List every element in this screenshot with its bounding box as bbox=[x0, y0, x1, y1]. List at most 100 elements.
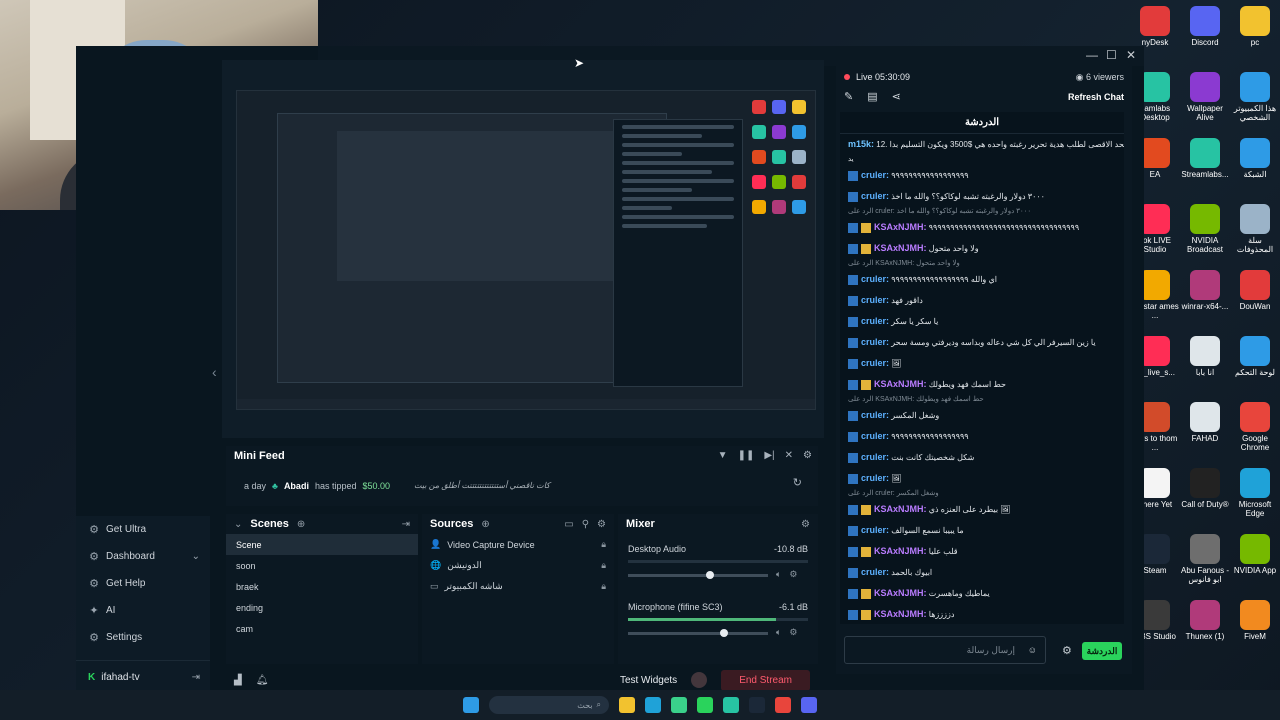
minimize-icon[interactable]: — bbox=[1086, 48, 1098, 62]
chat-username[interactable]: KSAxNJMH: bbox=[874, 609, 927, 619]
scene-item[interactable]: cam bbox=[226, 618, 418, 639]
desktop-icon[interactable]: NVIDIA Broadcast bbox=[1180, 200, 1230, 254]
chat-username[interactable]: KSAxNJMH: bbox=[874, 379, 927, 389]
sidebar-item-get-ultra[interactable]: ⚙ Get Ultra bbox=[76, 516, 210, 543]
chat-username[interactable]: cruler: bbox=[861, 410, 889, 420]
sidebar-item-settings[interactable]: ⚙ Settings bbox=[76, 624, 210, 651]
channel-gear-icon[interactable]: ⚙ bbox=[789, 569, 797, 580]
sidebar-item-ai[interactable]: ✦ AI bbox=[76, 597, 210, 624]
chat-send-button[interactable]: الدردشة bbox=[1082, 642, 1122, 660]
logout-icon[interactable]: ⇥ bbox=[192, 672, 200, 683]
add-source-icon[interactable]: ⊕ bbox=[481, 519, 489, 530]
chat-username[interactable]: KSAxNJMH: bbox=[874, 243, 927, 253]
start-icon[interactable] bbox=[463, 697, 479, 713]
mute-alerts-icon[interactable]: ✕ bbox=[785, 450, 793, 461]
chat-username[interactable]: cruler: bbox=[861, 431, 889, 441]
store-icon[interactable] bbox=[671, 697, 687, 713]
record-button[interactable] bbox=[691, 672, 708, 688]
sidebar-item-get-help[interactable]: ⚙ Get Help bbox=[76, 570, 210, 597]
repeat-alert-icon[interactable]: ↻ bbox=[793, 476, 802, 489]
desktop-icon[interactable]: سلة المحذوفات bbox=[1230, 200, 1280, 254]
desktop-icon[interactable]: Thunex (1) bbox=[1180, 596, 1230, 641]
refresh-chat-button[interactable]: Refresh Chat bbox=[1068, 92, 1124, 102]
chat-username[interactable]: cruler: bbox=[861, 316, 889, 326]
chat-username[interactable]: KSAxNJMH: bbox=[874, 546, 927, 556]
share-icon[interactable]: ⋖ bbox=[892, 90, 901, 103]
scene-item[interactable]: braek bbox=[226, 576, 418, 597]
desktop-icon[interactable]: DouWan bbox=[1230, 266, 1280, 311]
desktop-icon[interactable]: Wallpaper Alive bbox=[1180, 68, 1230, 122]
chat-username[interactable]: m15k: bbox=[848, 139, 874, 149]
desktop-icon[interactable]: الشبكة bbox=[1230, 134, 1280, 179]
chat-username[interactable]: cruler: bbox=[861, 191, 889, 201]
scene-item[interactable]: ending bbox=[226, 597, 418, 618]
emoji-icon[interactable]: ☺ bbox=[1028, 645, 1037, 655]
source-settings-icon[interactable]: ⚙ bbox=[597, 519, 606, 530]
lock-icon[interactable]: 🔒︎ bbox=[601, 539, 606, 550]
desktop-icon[interactable]: NVIDIA App bbox=[1230, 530, 1280, 575]
xbox-icon[interactable] bbox=[697, 697, 713, 713]
skip-icon[interactable]: ▶| bbox=[764, 450, 774, 461]
close-icon[interactable]: ✕ bbox=[1126, 48, 1136, 62]
speaker-icon[interactable]: 🔈︎ bbox=[776, 569, 781, 580]
desktop-icon[interactable]: FiveM bbox=[1230, 596, 1280, 641]
pause-icon[interactable]: ❚❚ bbox=[738, 450, 755, 461]
filter-icon[interactable]: ▼ bbox=[718, 450, 728, 461]
desktop-icon[interactable]: nyDesk bbox=[1130, 2, 1180, 47]
speaker-icon[interactable]: 🔈︎ bbox=[776, 627, 781, 638]
chat-username[interactable]: cruler: bbox=[861, 452, 889, 462]
edit-icon[interactable]: ✎ bbox=[844, 90, 853, 103]
maximize-icon[interactable]: ☐ bbox=[1106, 48, 1117, 62]
scene-transitions-icon[interactable]: ⇥ bbox=[402, 519, 410, 530]
chat-username[interactable]: cruler: bbox=[861, 358, 889, 368]
chat-username[interactable]: KSAxNJMH: bbox=[874, 222, 927, 232]
edge-icon[interactable] bbox=[645, 697, 661, 713]
mixer-gear-icon[interactable]: ⚙ bbox=[801, 519, 810, 530]
streamlabs-taskbar-icon[interactable] bbox=[723, 697, 739, 713]
chat-username[interactable]: cruler: bbox=[861, 170, 889, 180]
desktop-icon[interactable]: winrar-x64-... bbox=[1180, 266, 1230, 311]
chat-username[interactable]: cruler: bbox=[861, 473, 889, 483]
chat-username[interactable]: cruler: bbox=[861, 337, 889, 347]
taskbar-search[interactable]: بحث ⌕ bbox=[489, 696, 609, 714]
desktop-icon[interactable]: Discord bbox=[1180, 2, 1230, 47]
chevron-down-icon[interactable]: ⌄ bbox=[192, 551, 200, 562]
desktop-icon[interactable]: انا بابا bbox=[1180, 332, 1230, 377]
group-icon[interactable]: ⚲ bbox=[582, 519, 589, 530]
end-stream-button[interactable]: End Stream bbox=[721, 669, 810, 691]
desktop-icon[interactable]: Microsoft Edge bbox=[1230, 464, 1280, 518]
source-item[interactable]: 🌐 الدونيشن 🔒︎ bbox=[422, 555, 614, 576]
file-explorer-icon[interactable] bbox=[619, 697, 635, 713]
scene-item[interactable]: Scene bbox=[226, 534, 418, 555]
volume-slider[interactable] bbox=[628, 571, 768, 579]
source-item[interactable]: 👤 Video Capture Device 🔒︎ bbox=[422, 534, 614, 555]
notification-bell-icon[interactable]: 🔔︎ bbox=[256, 675, 269, 686]
folder-icon[interactable]: ▭ bbox=[564, 519, 573, 530]
desktop-icon[interactable]: Google Chrome bbox=[1230, 398, 1280, 452]
chat-username[interactable]: cruler: bbox=[861, 295, 889, 305]
clipboard-icon[interactable]: ▤ bbox=[867, 90, 877, 103]
chat-username[interactable]: cruler: bbox=[861, 525, 889, 535]
gear-icon[interactable]: ⚙ bbox=[803, 450, 812, 461]
desktop-icon[interactable]: Abu Fanous - ابو فانوس bbox=[1180, 530, 1230, 584]
lock-icon[interactable]: 🔒︎ bbox=[601, 581, 606, 592]
desktop-icon[interactable]: Call of Duty® bbox=[1180, 464, 1230, 509]
chat-username[interactable]: KSAxNJMH: bbox=[874, 504, 927, 514]
sidebar-item-dashboard[interactable]: ⚙ Dashboard ⌄ bbox=[76, 543, 210, 570]
desktop-icon[interactable]: هذا الكمبيوتر الشخصي bbox=[1230, 68, 1280, 122]
chat-username[interactable]: cruler: bbox=[861, 274, 889, 284]
desktop-icon[interactable]: Streamlabs... bbox=[1180, 134, 1230, 179]
steam-taskbar-icon[interactable] bbox=[749, 697, 765, 713]
lock-icon[interactable]: 🔒︎ bbox=[601, 560, 606, 571]
stream-preview[interactable] bbox=[236, 90, 816, 410]
chevron-left-icon[interactable]: ‹ bbox=[212, 364, 217, 380]
discord-taskbar-icon[interactable] bbox=[801, 697, 817, 713]
chat-username[interactable]: cruler: bbox=[861, 567, 889, 577]
channel-gear-icon[interactable]: ⚙ bbox=[789, 627, 797, 638]
chat-settings-icon[interactable]: ⚙ bbox=[1062, 644, 1072, 657]
chat-username[interactable]: KSAxNJMH: bbox=[874, 588, 927, 598]
test-widgets-button[interactable]: Test Widgets bbox=[620, 675, 677, 686]
desktop-icon[interactable]: لوحة التحكم bbox=[1230, 332, 1280, 377]
scene-item[interactable]: soon bbox=[226, 555, 418, 576]
sidebar-user[interactable]: K ifahad-tv ⇥ bbox=[76, 660, 210, 694]
